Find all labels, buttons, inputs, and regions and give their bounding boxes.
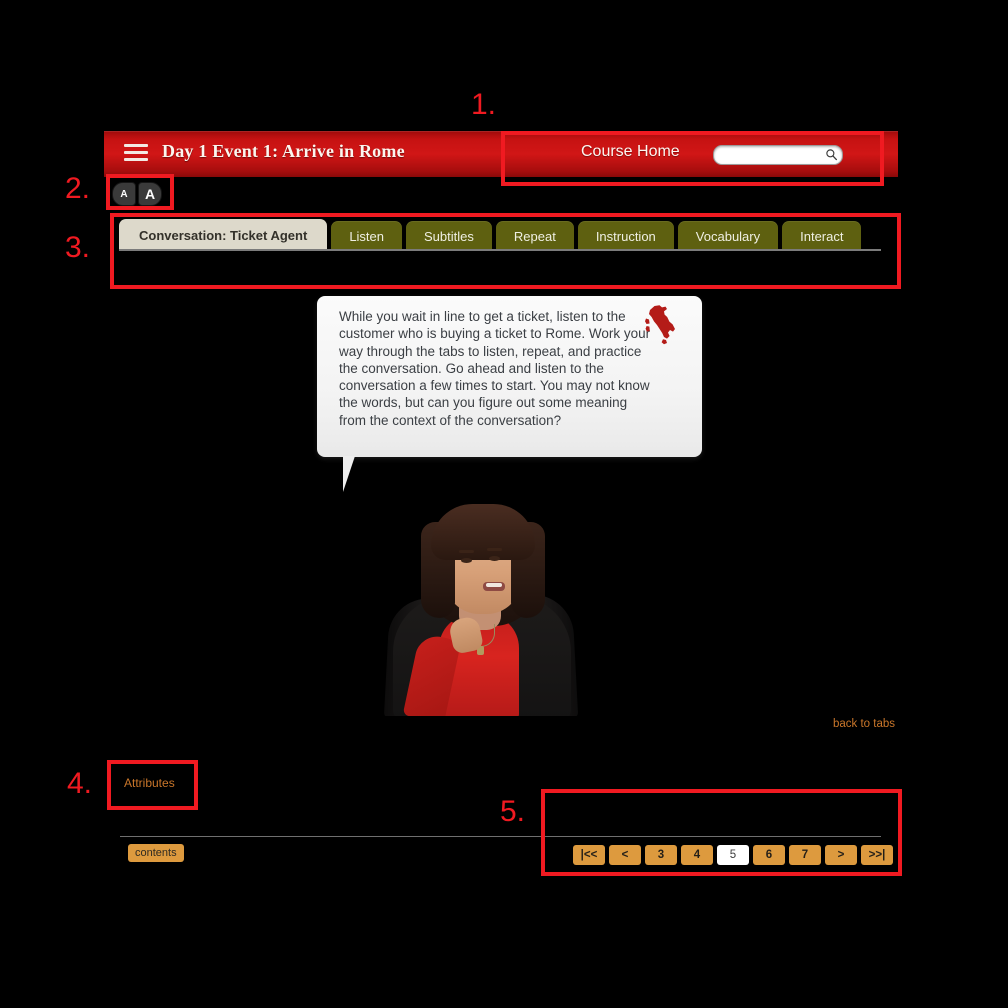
- instruction-text: While you wait in line to get a ticket, …: [339, 309, 651, 428]
- search-input[interactable]: [720, 149, 824, 161]
- course-home-link[interactable]: Course Home: [581, 143, 680, 161]
- tab-underline: [119, 249, 881, 251]
- attributes-link[interactable]: Attributes: [124, 776, 175, 790]
- tab-repeat[interactable]: Repeat: [495, 221, 574, 251]
- hamburger-menu-icon[interactable]: [124, 144, 148, 164]
- presenter-teeth: [486, 583, 502, 587]
- presenter-brow-left: [459, 550, 474, 553]
- increase-font-size-button[interactable]: A: [138, 182, 162, 206]
- contents-button[interactable]: contents: [128, 844, 184, 862]
- annotation-number-5: 5.: [500, 795, 526, 828]
- tab-conversation-ticket-agent[interactable]: Conversation: Ticket Agent: [119, 219, 328, 251]
- footer-divider: [120, 836, 881, 837]
- course-player-app: Day 1 Event 1: Arrive in Rome Course Hom…: [0, 0, 1008, 1008]
- pagination-next-button[interactable]: >: [825, 845, 857, 865]
- annotation-number-3: 3.: [65, 231, 91, 264]
- pagination-page-4[interactable]: 4: [681, 845, 713, 865]
- decrease-font-size-button[interactable]: A: [112, 182, 136, 206]
- search-box[interactable]: [713, 145, 843, 165]
- pagination-page-7[interactable]: 7: [789, 845, 821, 865]
- tab-subtitles[interactable]: Subtitles: [406, 221, 492, 251]
- presenter-eye-left: [461, 558, 472, 563]
- hamburger-line: [124, 158, 148, 161]
- pagination-page-5-current[interactable]: 5: [717, 845, 749, 865]
- tab-instruction[interactable]: Instruction: [577, 221, 674, 251]
- pagination-first-button[interactable]: |<<: [573, 845, 605, 865]
- hamburger-line: [124, 151, 148, 154]
- italy-map-icon: [645, 305, 675, 345]
- font-size-controls[interactable]: A A: [112, 182, 162, 206]
- tab-listen[interactable]: Listen: [331, 221, 403, 251]
- presenter-eye-right: [489, 556, 500, 561]
- tab-bar: Conversation: Ticket Agent Listen Subtit…: [119, 219, 865, 251]
- pagination-page-6[interactable]: 6: [753, 845, 785, 865]
- presenter-hair-top: [431, 504, 535, 560]
- pagination-prev-button[interactable]: <: [609, 845, 641, 865]
- presenter-brow-right: [487, 548, 502, 551]
- pagination-last-button[interactable]: >>|: [861, 845, 893, 865]
- pagination: |<< < 3 4 5 6 7 > >>|: [573, 845, 893, 865]
- presenter-image: [363, 478, 598, 716]
- tab-interact[interactable]: Interact: [782, 221, 862, 251]
- annotation-number-1: 1.: [471, 88, 497, 121]
- back-to-tabs-link[interactable]: back to tabs: [833, 718, 895, 730]
- tab-vocabulary[interactable]: Vocabulary: [677, 221, 779, 251]
- annotation-number-4: 4.: [67, 767, 93, 800]
- hamburger-line: [124, 144, 148, 147]
- instruction-speech-bubble: While you wait in line to get a ticket, …: [317, 296, 702, 457]
- pagination-page-3[interactable]: 3: [645, 845, 677, 865]
- annotation-number-2: 2.: [65, 172, 91, 205]
- search-icon[interactable]: [825, 148, 838, 161]
- page-title: Day 1 Event 1: Arrive in Rome: [162, 141, 405, 161]
- header-bar: Day 1 Event 1: Arrive in Rome Course Hom…: [104, 131, 898, 177]
